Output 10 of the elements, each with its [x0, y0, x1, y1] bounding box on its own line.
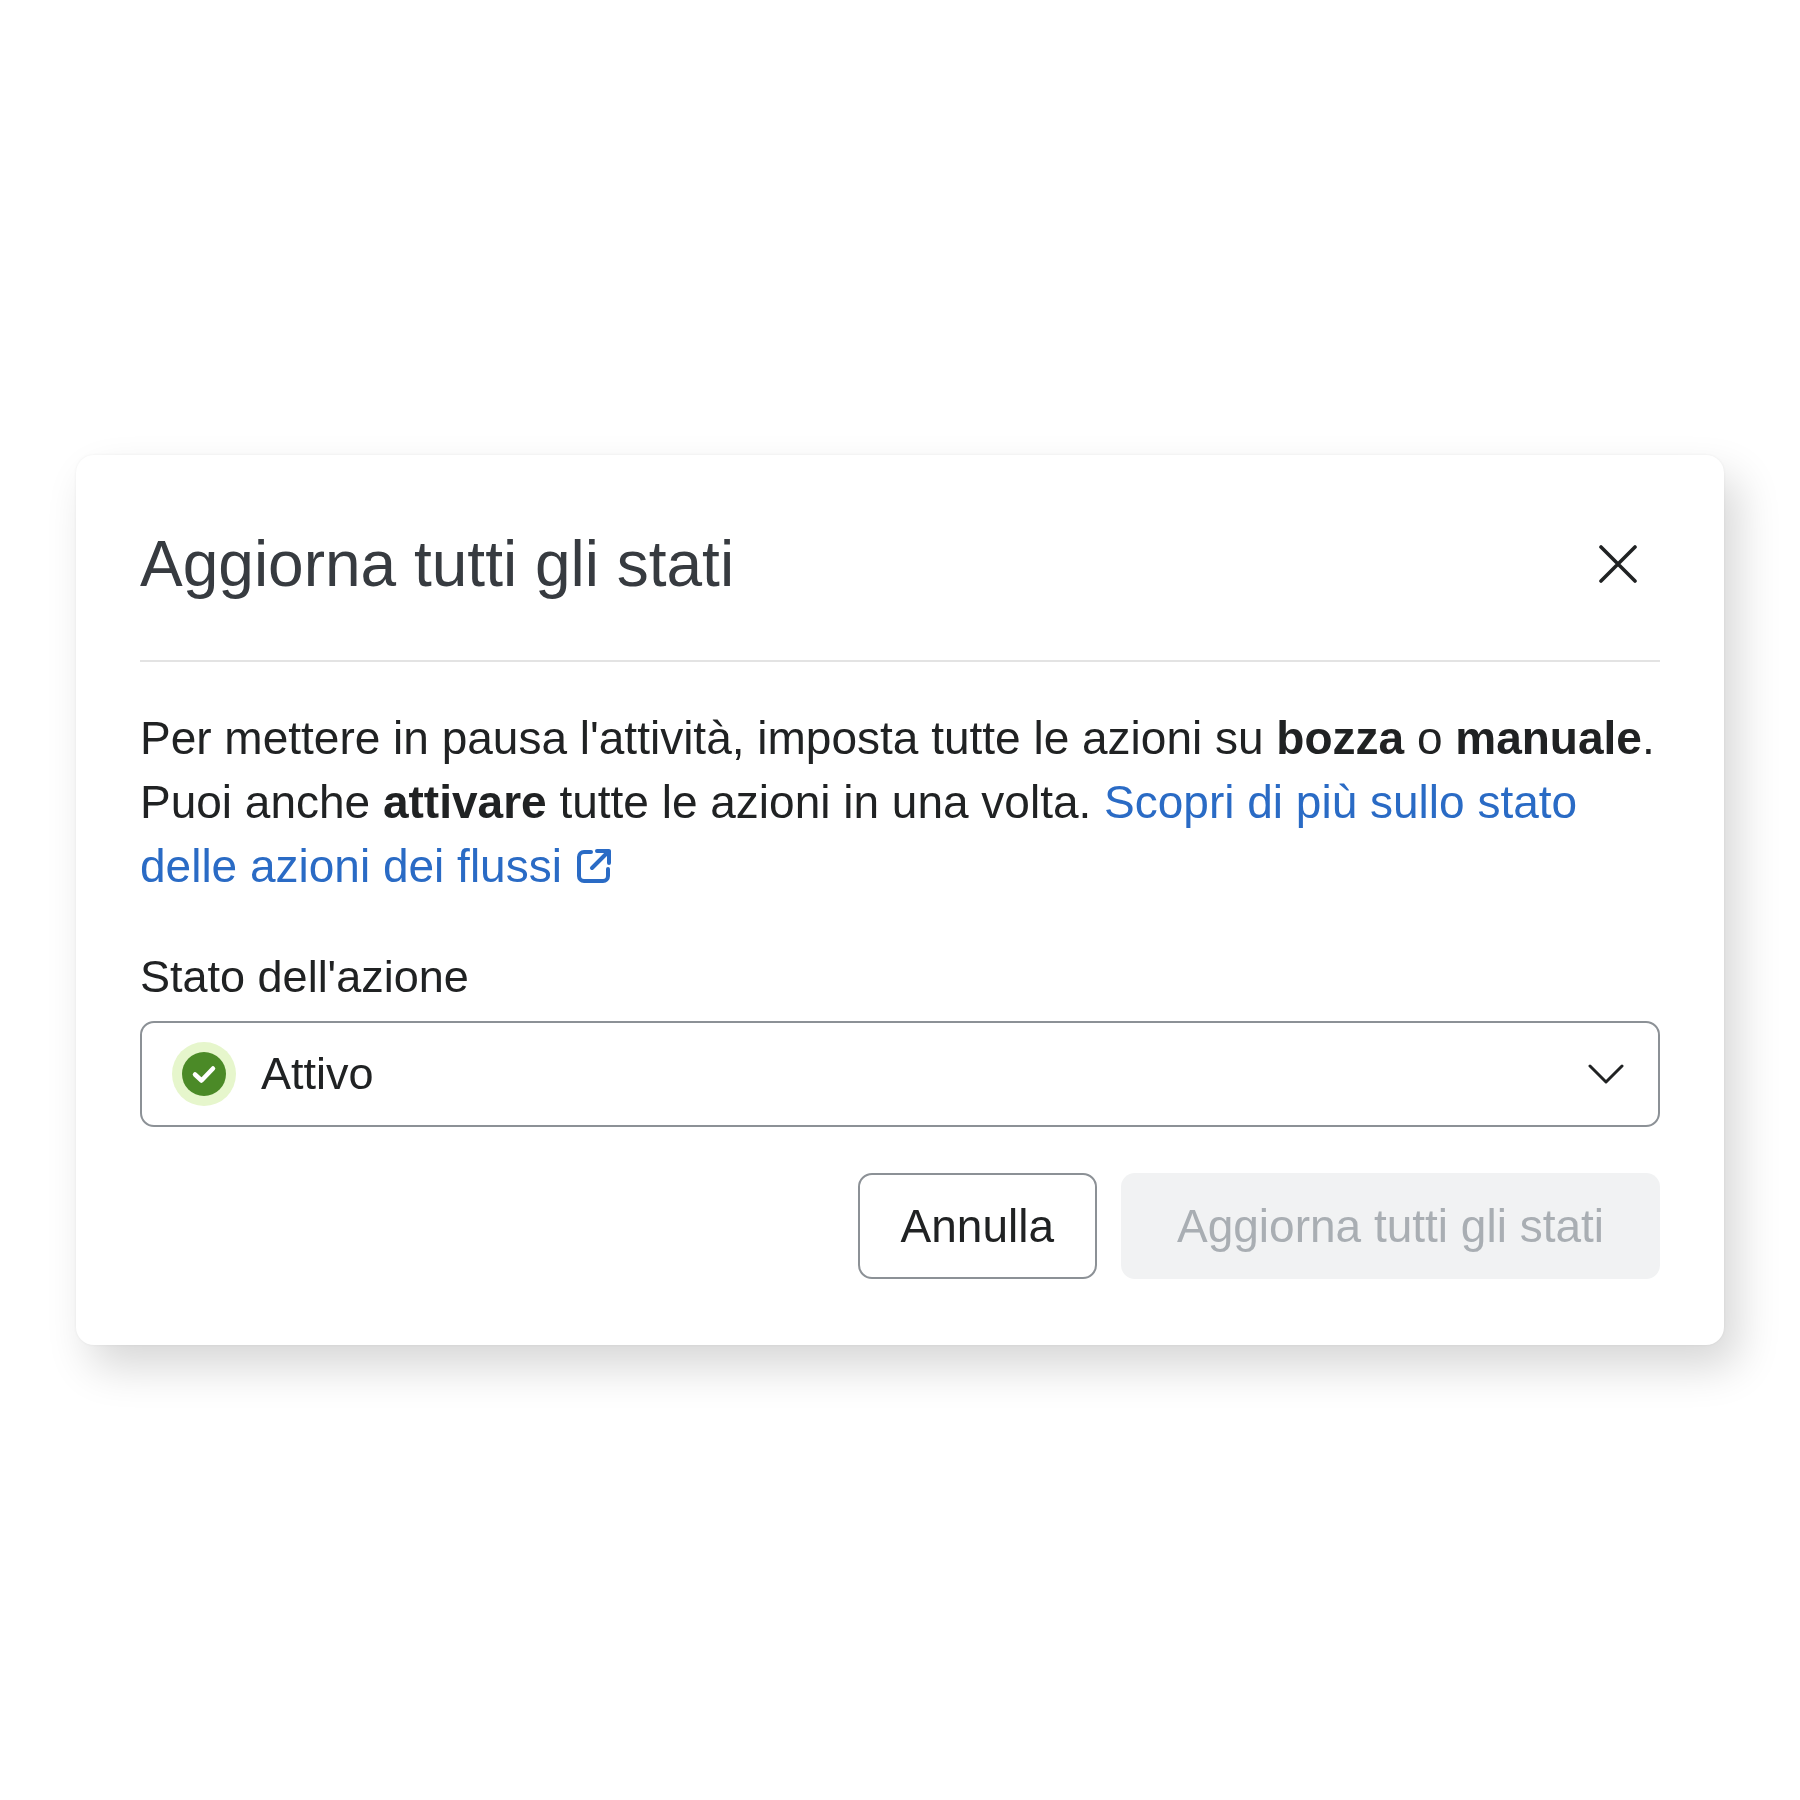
- help-link[interactable]: Scopri di più sullo stato: [1104, 770, 1578, 834]
- cancel-button[interactable]: Annulla: [857, 1173, 1097, 1279]
- description-text: Per mettere in pausa l'attività, imposta tutte le azioni su bozza o manuale. Puoi anche attivare tutte le azioni in una volta. Scopri di più sullo stato delle azioni dei flussi: [140, 706, 1660, 898]
- chevron-down-icon: [1588, 1064, 1624, 1084]
- close-icon: [1599, 545, 1637, 583]
- dialog-title: Aggiorna tutti gli stati: [140, 527, 735, 602]
- status-select[interactable]: Attivo: [140, 1021, 1660, 1127]
- field-label: Stato dell'azione: [140, 950, 470, 1004]
- check-circle-icon: [172, 1042, 236, 1106]
- help-link[interactable]: delle azioni dei flussi: [140, 834, 612, 898]
